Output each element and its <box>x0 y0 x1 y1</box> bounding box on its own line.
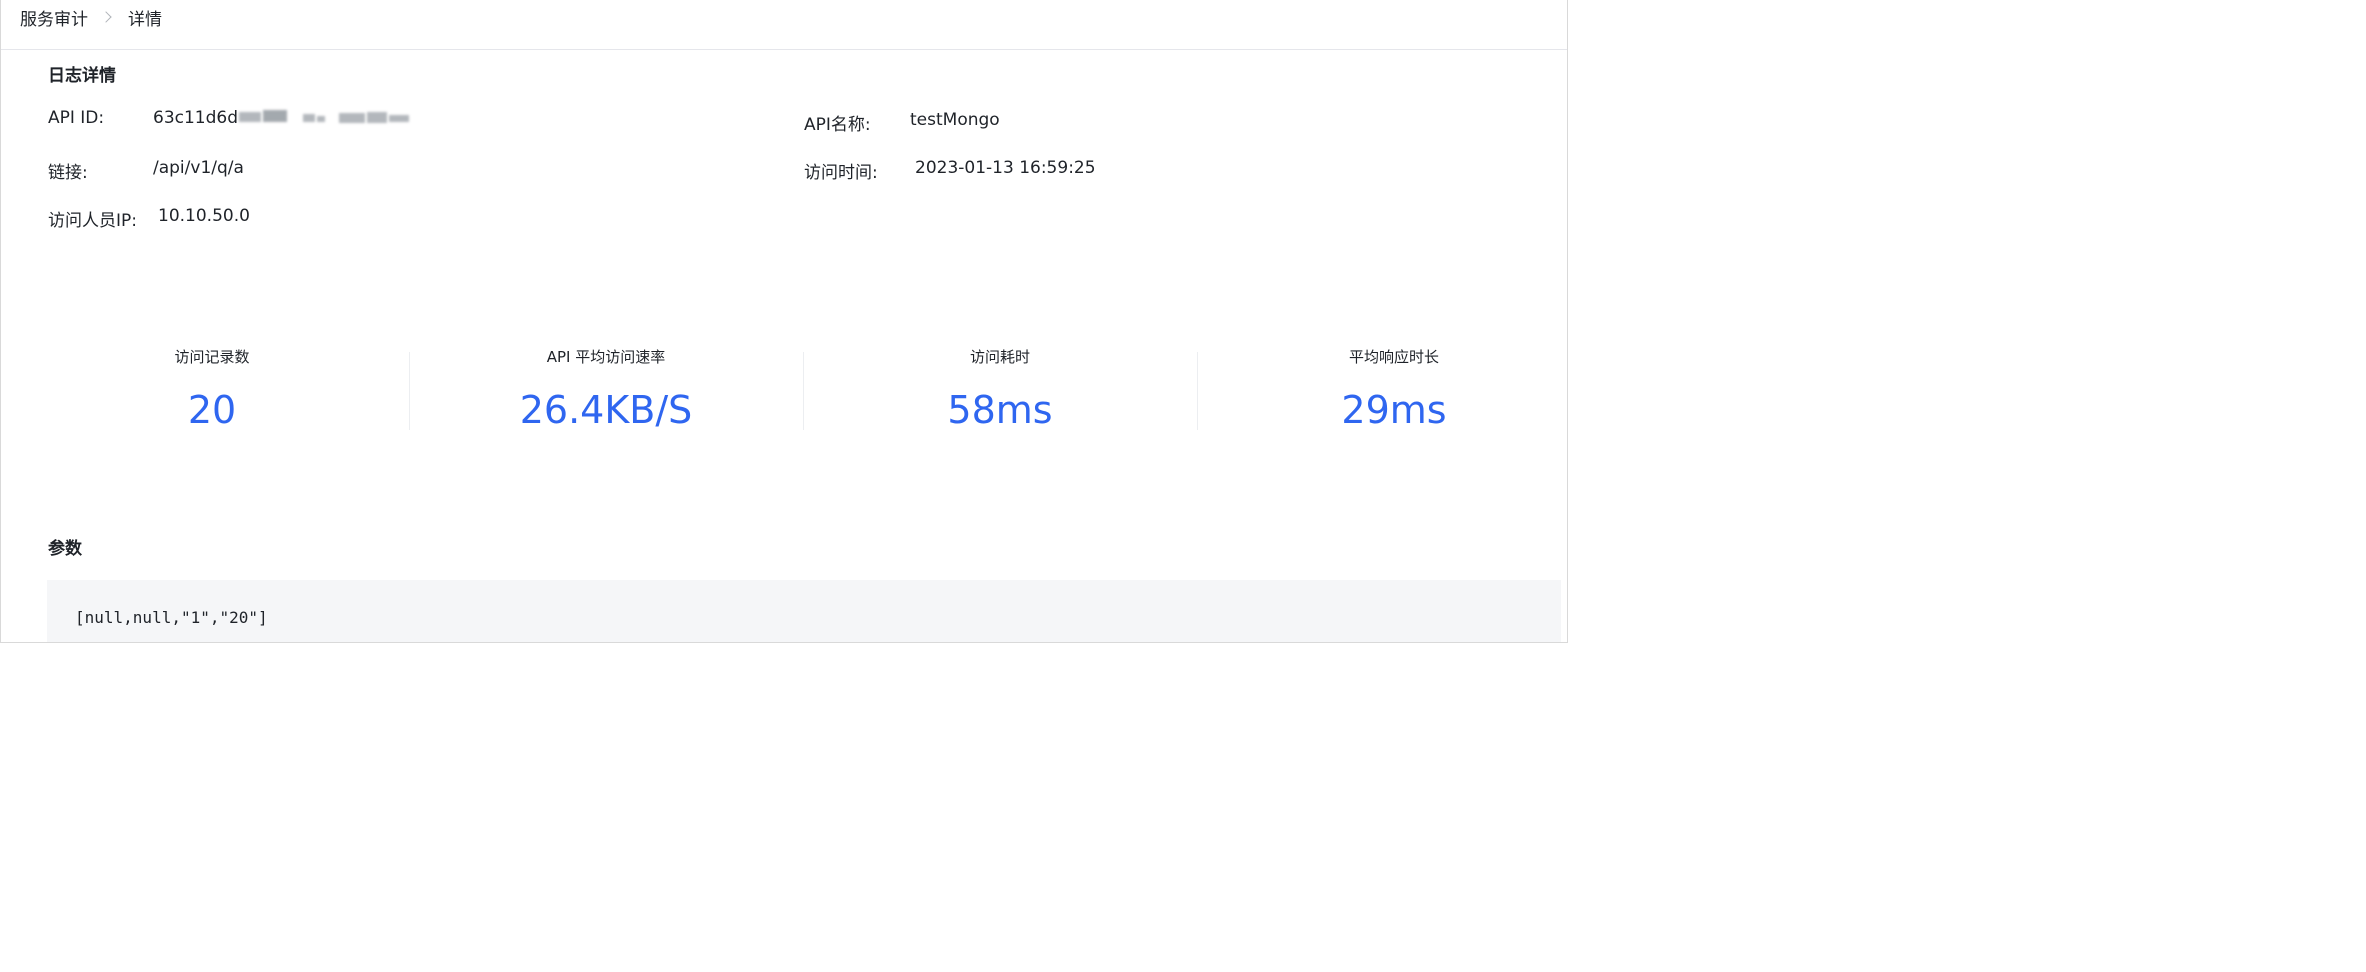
stat-access-count: 访问记录数 20 <box>15 345 409 433</box>
api-id-label: API ID: <box>48 108 105 128</box>
params-code-block: [null,null,"1","20"] <box>47 580 1561 642</box>
breadcrumb-parent-link[interactable]: 服务审计 <box>20 5 88 30</box>
visitor-ip-label: 访问人员IP: <box>48 211 137 231</box>
stat-duration: 访问耗时 58ms <box>803 345 1197 433</box>
stat-value: 20 <box>187 388 237 432</box>
chevron-right-icon <box>100 11 112 23</box>
params-code: [null,null,"1","20"] <box>75 608 268 627</box>
access-time-label: 访问时间: <box>804 163 878 183</box>
link-value: /api/v1/q/a <box>153 158 244 178</box>
stat-label: 平均响应时长 <box>1348 348 1439 366</box>
api-id-value: 63c11d6d <box>153 108 239 128</box>
header-divider <box>1 49 1567 50</box>
api-name-label: API名称: <box>804 115 871 135</box>
params-title: 参数 <box>48 539 82 559</box>
stat-value: 26.4KB/S <box>519 388 693 432</box>
log-detail-title: 日志详情 <box>48 66 116 86</box>
api-name-value: testMongo <box>910 110 1000 130</box>
stat-value: 29ms <box>1341 388 1447 432</box>
audit-detail-page: 服务审计 详情 日志详情 API ID: 63c11d6d API名称: tes… <box>0 0 1568 643</box>
visitor-ip-value: 10.10.50.0 <box>158 206 250 226</box>
breadcrumb-current: 详情 <box>128 9 162 30</box>
stat-avg-response: 平均响应时长 29ms <box>1197 345 1567 433</box>
stat-label: 访问记录数 <box>174 348 250 366</box>
stat-label: API 平均访问速率 <box>546 348 666 366</box>
stat-label: 访问耗时 <box>969 348 1030 366</box>
access-time-value: 2023-01-13 16:59:25 <box>915 158 1096 178</box>
breadcrumb: 服务审计 详情 <box>20 4 162 30</box>
link-label: 链接: <box>48 163 88 183</box>
stat-avg-rate: API 平均访问速率 26.4KB/S <box>409 345 803 433</box>
stat-value: 58ms <box>947 388 1053 432</box>
redacted-mask <box>239 110 411 124</box>
